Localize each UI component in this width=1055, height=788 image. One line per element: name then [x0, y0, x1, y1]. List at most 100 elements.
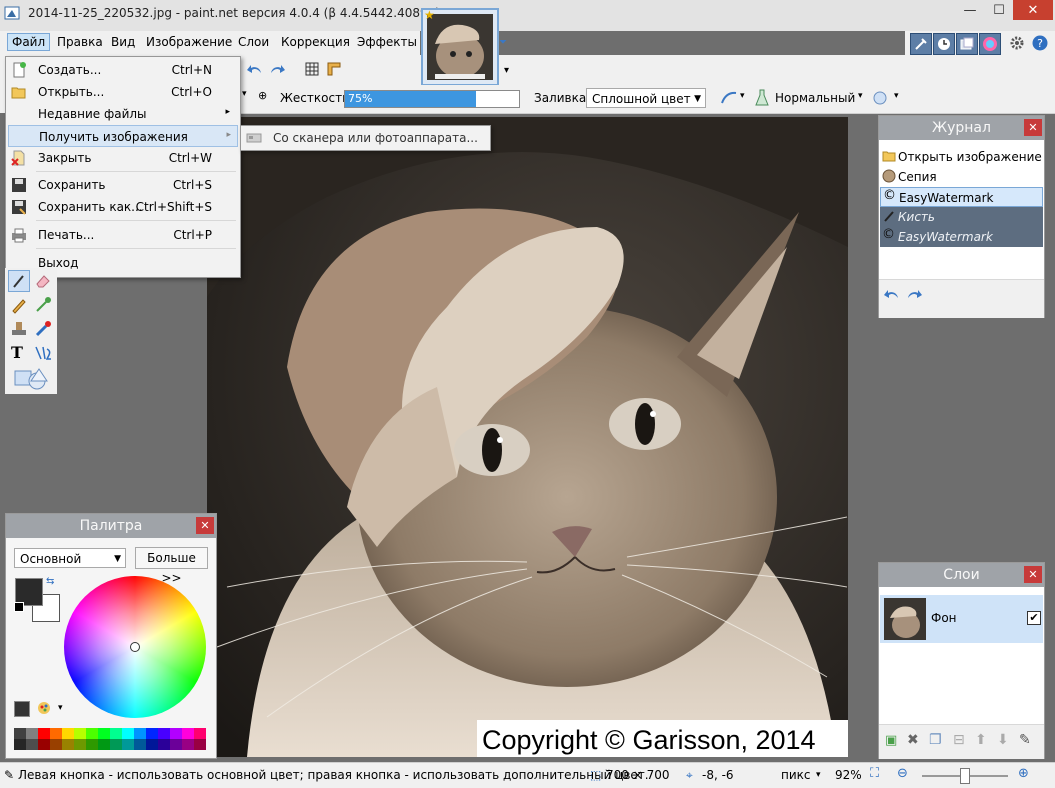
hardness-slider[interactable]: 75%	[344, 90, 520, 108]
selection-mode-chevron-icon[interactable]: ▾	[894, 91, 899, 101]
palette-swatch[interactable]	[62, 728, 74, 739]
delete-layer-icon[interactable]: ✖	[907, 732, 919, 748]
palette-swatch[interactable]	[86, 728, 98, 739]
menu-item-acquire[interactable]: Получить изображения ▸	[8, 125, 238, 147]
palette-swatch[interactable]	[122, 739, 134, 750]
zoom-out-icon[interactable]: ⊖	[897, 766, 908, 781]
menu-item-save[interactable]: Сохранить Ctrl+S	[6, 174, 238, 196]
layer-visibility-checkbox[interactable]: ✔	[1027, 611, 1041, 625]
gear-icon[interactable]	[1009, 35, 1025, 51]
reset-colors-icon[interactable]	[14, 602, 24, 612]
palette-swatch[interactable]	[170, 739, 182, 750]
antialiasing-icon[interactable]	[720, 90, 738, 106]
zoom-level[interactable]: 92%	[835, 768, 862, 782]
color-wheel-handle[interactable]	[130, 642, 140, 652]
layer-properties-icon[interactable]: ✎	[1019, 732, 1031, 748]
menu-adjustments[interactable]: Коррекция	[281, 35, 350, 49]
palette-swatch[interactable]	[146, 739, 158, 750]
clone-stamp-tool-icon[interactable]	[9, 319, 29, 339]
palette-more-button[interactable]: Больше >>	[135, 547, 208, 585]
pencil-tool-icon[interactable]	[9, 295, 29, 315]
help-icon[interactable]: ?	[1032, 35, 1048, 51]
menu-item-print[interactable]: Печать... Ctrl+P	[6, 224, 238, 246]
image-canvas[interactable]: Copyright © Garisson, 2014	[207, 117, 848, 757]
palette-swatch[interactable]	[170, 728, 182, 739]
menu-view[interactable]: Вид	[111, 35, 135, 49]
palette-swatch[interactable]	[122, 728, 134, 739]
history-redo-icon[interactable]	[905, 286, 923, 302]
menu-item-from-scanner[interactable]: Со сканера или фотоаппарата...	[273, 131, 478, 145]
tab-list-chevron-icon[interactable]: ⏷	[499, 37, 507, 48]
paintbrush-tool-icon[interactable]	[8, 270, 30, 292]
palette-swatch[interactable]	[50, 728, 62, 739]
toolbar-overflow-icon[interactable]: ▾	[504, 65, 509, 76]
history-close-button[interactable]: ✕	[1024, 119, 1042, 136]
shapes-tool-icon[interactable]	[13, 367, 53, 391]
redo-icon[interactable]	[268, 61, 286, 77]
minimize-button[interactable]: —	[955, 0, 985, 20]
palette-swatch[interactable]	[26, 728, 38, 739]
grid-icon[interactable]	[304, 61, 320, 77]
move-layer-up-icon[interactable]: ⬆	[975, 732, 987, 748]
palette-swatch[interactable]	[14, 739, 26, 750]
palette-swatch[interactable]	[110, 739, 122, 750]
menu-effects[interactable]: Эффекты	[357, 35, 417, 49]
menu-image[interactable]: Изображение	[146, 35, 232, 49]
color-wheel[interactable]	[64, 576, 206, 718]
palette-swatch[interactable]	[38, 728, 50, 739]
tools-toggle-icon[interactable]	[910, 33, 932, 55]
palette-swatch[interactable]	[86, 739, 98, 750]
color-picker-tool-icon[interactable]	[33, 295, 53, 315]
merge-layer-down-icon[interactable]: ⊟	[953, 732, 965, 748]
menu-file[interactable]: Файл	[7, 33, 51, 51]
menu-item-save-as[interactable]: Сохранить как... Ctrl+Shift+S	[6, 196, 238, 218]
undo-icon[interactable]	[246, 61, 264, 77]
menu-edit[interactable]: Правка	[57, 35, 103, 49]
swap-colors-icon[interactable]: ⇆	[46, 576, 54, 587]
layer-row[interactable]: Фон ✔	[880, 595, 1043, 643]
palette-swatch[interactable]	[110, 728, 122, 739]
brush-size-dropdown-arrow-icon[interactable]: ▾	[242, 89, 247, 99]
history-toggle-icon[interactable]	[933, 33, 955, 55]
palette-swatch[interactable]	[74, 739, 86, 750]
palette-swatch[interactable]	[146, 728, 158, 739]
history-item[interactable]: Открыть изображение	[880, 147, 1043, 167]
palette-menu-icon[interactable]	[36, 700, 52, 716]
palette-mode-select[interactable]: Основной ▼	[14, 548, 126, 568]
antialiasing-chevron-icon[interactable]: ▾	[740, 91, 745, 101]
layers-toggle-icon[interactable]	[956, 33, 978, 55]
image-tab-thumbnail[interactable]: ★	[421, 8, 499, 86]
menu-item-close[interactable]: Закрыть Ctrl+W	[6, 147, 238, 169]
zoom-to-window-icon[interactable]: ⛶	[870, 766, 879, 781]
maximize-button[interactable]: ☐	[985, 0, 1013, 20]
text-tool-icon[interactable]: T	[11, 343, 23, 362]
history-item-selected[interactable]: © EasyWatermark	[880, 187, 1043, 207]
colors-toggle-icon[interactable]	[979, 33, 1001, 55]
menu-item-recent[interactable]: Недавние файлы ▸	[6, 103, 238, 125]
palette-swatch[interactable]	[62, 739, 74, 750]
palette-swatch[interactable]	[14, 728, 26, 739]
palette-swatch[interactable]	[158, 728, 170, 739]
zoom-slider-thumb[interactable]	[960, 768, 970, 784]
palette-swatch[interactable]	[134, 728, 146, 739]
zoom-in-icon[interactable]: ⊕	[1018, 766, 1029, 781]
line-curve-tool-icon[interactable]	[33, 343, 53, 363]
fill-select[interactable]: Сплошной цвет ▼	[586, 88, 706, 108]
add-layer-icon[interactable]: ▣	[885, 733, 897, 748]
add-color-icon[interactable]	[14, 701, 30, 717]
history-item[interactable]: Сепия	[880, 167, 1043, 187]
history-undo-icon[interactable]	[883, 286, 901, 302]
history-item-undone[interactable]: Кисть	[880, 207, 1043, 227]
palette-swatch[interactable]	[98, 739, 110, 750]
ruler-icon[interactable]	[326, 61, 342, 77]
layers-close-button[interactable]: ✕	[1024, 566, 1042, 583]
palette-swatch[interactable]	[50, 739, 62, 750]
palette-swatch[interactable]	[74, 728, 86, 739]
units-select[interactable]: пикс	[781, 768, 811, 782]
palette-swatch[interactable]	[38, 739, 50, 750]
palette-swatch[interactable]	[98, 728, 110, 739]
menu-item-new[interactable]: Создать... Ctrl+N	[6, 59, 238, 81]
menu-layers[interactable]: Слои	[238, 35, 269, 49]
palette-swatch[interactable]	[194, 728, 206, 739]
recolor-tool-icon[interactable]	[33, 319, 53, 339]
